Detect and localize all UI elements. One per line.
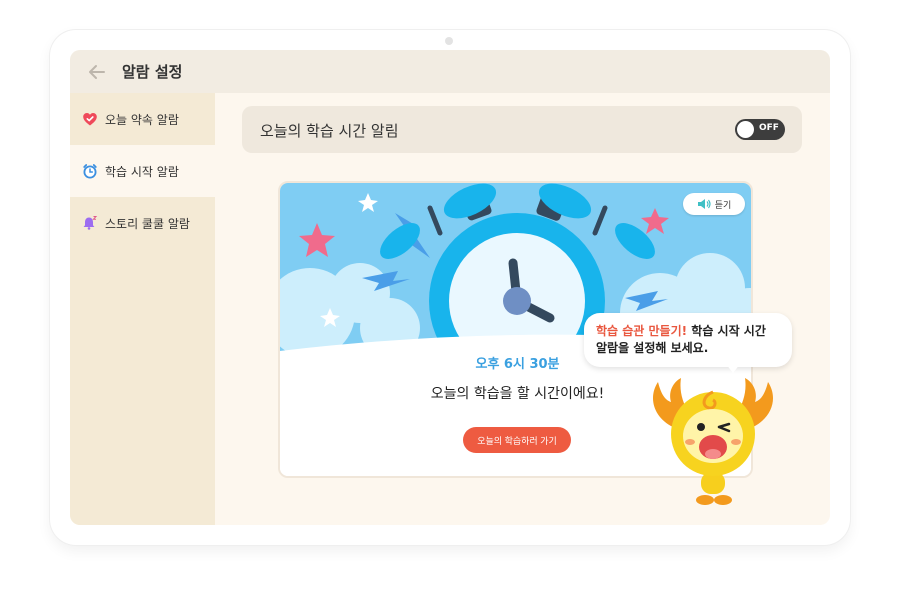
bell-sleep-icon — [83, 216, 98, 230]
top-bar: 알람 설정 — [70, 50, 830, 93]
alarm-toggle-switch[interactable]: OFF — [735, 119, 785, 140]
page-title: 알람 설정 — [122, 63, 183, 81]
alarm-clock-icon — [83, 164, 97, 179]
sidebar-item-label: 스토리 쿨쿨 알람 — [105, 216, 190, 231]
sidebar: 오늘 약속 알람 학습 시작 알람 스토리 쿨쿨 알람 — [70, 93, 215, 525]
heart-check-icon — [83, 113, 97, 126]
sidebar-item-story-sleep[interactable]: 스토리 쿨쿨 알람 — [70, 197, 215, 249]
toggle-knob — [737, 121, 754, 138]
setting-label: 오늘의 학습 시간 알림 — [260, 122, 399, 140]
bubble-line1-rest: 학습 시작 시간 — [687, 324, 766, 338]
sidebar-item-today-promise[interactable]: 오늘 약속 알람 — [70, 93, 215, 145]
sidebar-item-study-start[interactable]: 학습 시작 알람 — [70, 145, 215, 197]
study-alarm-setting-row: 오늘의 학습 시간 알림 OFF — [242, 106, 802, 153]
sidebar-item-label: 오늘 약속 알람 — [105, 112, 179, 127]
bubble-highlight: 학습 습관 만들기! — [596, 324, 688, 338]
go-study-button[interactable]: 오늘의 학습하러 가기 — [463, 427, 571, 453]
listen-label: 듣기 — [714, 200, 732, 211]
mascot-speech-bubble: 학습 습관 만들기! 학습 시작 시간 알람을 설정해 보세요. — [584, 313, 792, 367]
sidebar-item-label: 학습 시작 알람 — [105, 164, 179, 179]
back-arrow-icon[interactable] — [88, 63, 106, 81]
bubble-line2: 알람을 설정해 보세요. — [596, 341, 709, 355]
speaker-icon — [697, 199, 711, 209]
toggle-state-text: OFF — [759, 123, 779, 133]
camera-dot — [445, 37, 453, 45]
mascot-character — [653, 378, 773, 505]
listen-button[interactable]: 듣기 — [683, 193, 745, 215]
